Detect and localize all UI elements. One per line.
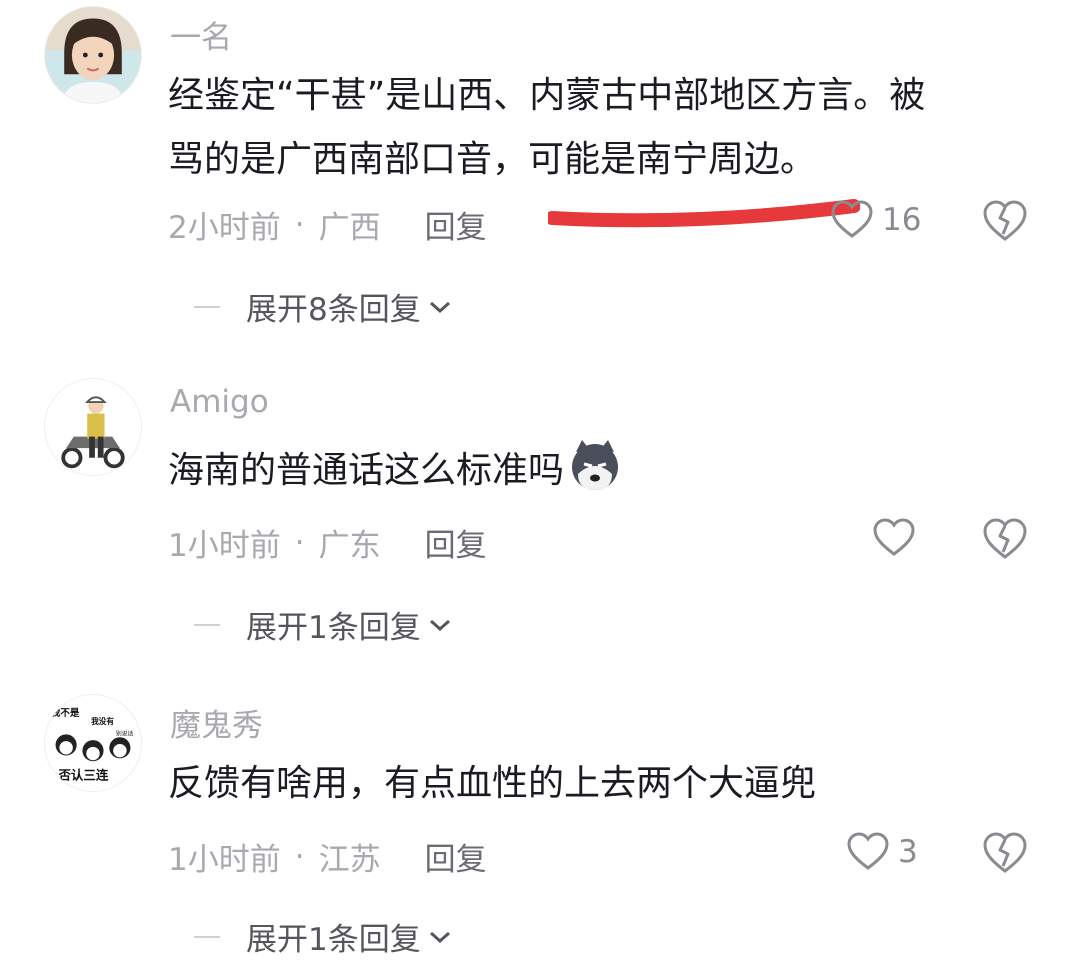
- comment-meta: 1小时前 · 广东 回复: [168, 520, 487, 565]
- expand-replies-label: 展开1条回复: [246, 922, 421, 958]
- reply-button[interactable]: 回复: [425, 834, 487, 879]
- meta-separator: ·: [294, 838, 305, 875]
- reply-button[interactable]: 回复: [425, 520, 487, 565]
- expand-replies-button[interactable]: 展开8条回复: [194, 284, 453, 329]
- comment-text-line: 经鉴定“干甚”是山西、内蒙古中部地区方言。被: [168, 75, 926, 116]
- comment-meta: 1小时前 · 江苏 回复: [168, 834, 487, 879]
- expand-replies-button[interactable]: 展开1条回复: [194, 602, 453, 647]
- like-button[interactable]: [872, 518, 924, 558]
- chevron-down-icon: [429, 931, 450, 943]
- comment-time: 1小时前: [168, 842, 281, 878]
- comment-location: 广东: [318, 528, 381, 564]
- avatar[interactable]: 我不是 我没有 别说话 否认三连: [44, 694, 142, 792]
- comment-text-line: 反馈有啥用，有点血性的上去两个大逼兜: [168, 763, 817, 804]
- meta-separator: ·: [294, 524, 305, 561]
- like-count: 3: [898, 834, 918, 870]
- comment-time: 2小时前: [168, 210, 281, 246]
- avatar[interactable]: [44, 6, 142, 104]
- expand-divider: [194, 305, 220, 308]
- chevron-down-icon: [429, 301, 450, 313]
- heart-outline-icon: [873, 518, 915, 556]
- broken-heart-icon[interactable]: [982, 518, 1028, 560]
- expand-divider: [194, 935, 220, 938]
- avatar[interactable]: [44, 378, 142, 476]
- broken-heart-icon[interactable]: [982, 832, 1028, 874]
- like-button[interactable]: 3: [846, 832, 918, 872]
- comment-text: 海南的普通话这么标准吗: [168, 438, 622, 503]
- like-count: 16: [882, 202, 922, 238]
- husky-dog-emoji-icon: [572, 440, 619, 490]
- comment-meta: 2小时前 · 广西 回复: [168, 202, 487, 247]
- chevron-down-icon: [429, 619, 450, 631]
- expand-replies-button[interactable]: 展开1条回复: [194, 914, 453, 959]
- avatar-meme-caption: 否认三连: [57, 767, 108, 782]
- avatar-meme-text: 别说话: [116, 729, 133, 737]
- broken-heart-icon[interactable]: [982, 200, 1028, 242]
- heart-outline-icon: [847, 832, 889, 870]
- like-button[interactable]: 16: [830, 200, 921, 240]
- avatar-meme-text: 我不是: [51, 707, 80, 719]
- comment-username[interactable]: 魔鬼秀: [170, 700, 263, 745]
- heart-outline-icon: [831, 200, 873, 238]
- comment-time: 1小时前: [168, 528, 281, 564]
- expand-divider: [194, 623, 220, 626]
- reply-button[interactable]: 回复: [425, 202, 487, 247]
- avatar-police-motorcycle-image: [45, 379, 141, 475]
- expand-replies-label: 展开8条回复: [246, 292, 421, 328]
- avatar-girl-image: [45, 7, 141, 103]
- meta-separator: ·: [294, 206, 305, 243]
- comment-username[interactable]: Amigo: [170, 384, 269, 420]
- avatar-meme-image: 我不是 我没有 别说话 否认三连: [45, 695, 141, 791]
- comment-location: 江苏: [318, 842, 381, 878]
- expand-replies-label: 展开1条回复: [246, 610, 421, 646]
- avatar-meme-text: 我没有: [91, 716, 114, 726]
- comment-text: 经鉴定“干甚”是山西、内蒙古中部地区方言。被 骂的是广西南部口音，可能是南宁周边…: [168, 64, 925, 192]
- comment-text: 反馈有啥用，有点血性的上去两个大逼兜: [168, 752, 816, 816]
- red-annotation-stroke: [548, 199, 860, 228]
- comment-text-line: 海南的普通话这么标准吗: [168, 450, 565, 491]
- comment-location: 广西: [318, 210, 381, 246]
- comment-username[interactable]: 一名: [170, 12, 232, 57]
- comment-text-line: 骂的是广西南部口音，可能是南宁周边。: [168, 139, 817, 180]
